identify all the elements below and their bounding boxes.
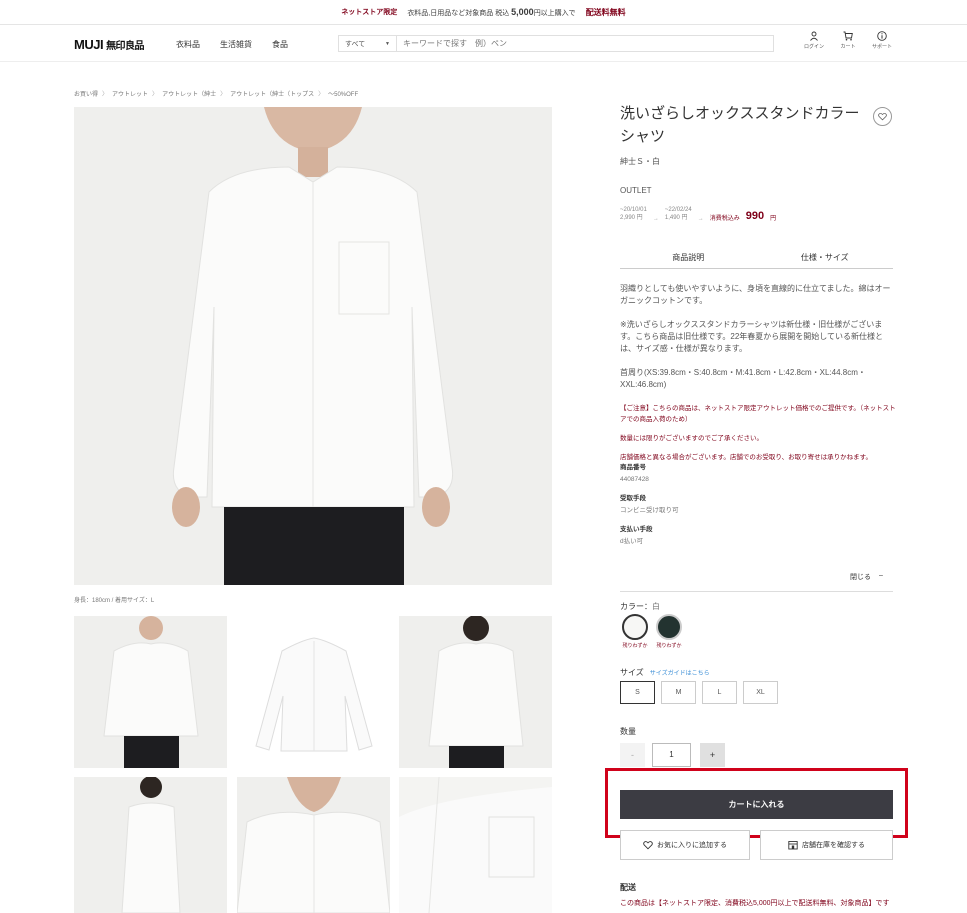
stock-note: 残りわずか: [622, 643, 648, 649]
product-tabs: 商品説明 仕様・サイズ: [620, 249, 893, 269]
product-variant: 紳士Ｓ・白: [620, 157, 660, 166]
price-step-1: ~20/10/01 2,990 円: [620, 207, 647, 221]
nav-food[interactable]: 食品: [272, 39, 288, 50]
user-icon: [810, 31, 818, 41]
outlet-label: OUTLET: [620, 186, 652, 195]
breadcrumb-item[interactable]: アウトレット（紳士: [162, 89, 216, 98]
login-button[interactable]: ログイン: [802, 31, 826, 50]
size-option-l[interactable]: L: [702, 681, 737, 704]
color-swatch-dark-green[interactable]: 残りわずか: [656, 614, 682, 649]
tab-spec-size[interactable]: 仕様・サイズ: [757, 249, 894, 268]
top-banner: ネットストア限定 衣料品,日用品など対象商品 税込 5,000円以上購入で 配送…: [0, 0, 967, 25]
arrow-icon: →: [652, 216, 659, 222]
search-input[interactable]: [397, 36, 773, 51]
banner-tag: ネットストア限定: [341, 9, 398, 16]
divider: [620, 591, 893, 592]
shirt-model-image: [74, 107, 552, 585]
model-front-thumbnail: [74, 616, 227, 768]
swatch-white: [622, 614, 648, 640]
header-icons: ログイン カート サポート: [802, 31, 894, 50]
collar-closeup-thumbnail: [237, 777, 390, 913]
size-option-xl[interactable]: XL: [743, 681, 778, 704]
search-category-select[interactable]: すべて ▼: [339, 36, 397, 51]
nav-household[interactable]: 生活雑貨: [220, 39, 252, 50]
model-side-thumbnail: [74, 777, 227, 913]
receive-method-label: 受取手段: [620, 495, 646, 502]
sale-price: 990: [745, 210, 765, 222]
payment-method: d払い可: [620, 538, 644, 545]
banner-message: 衣料品,日用品など対象商品 税込 5,000円以上購入で: [407, 6, 576, 17]
price-step-2: ~22/02/24 1,490 円: [664, 207, 692, 221]
nav-clothing[interactable]: 衣料品: [176, 39, 200, 50]
favorite-toggle[interactable]: [873, 107, 892, 126]
add-to-favorites-button[interactable]: お気に入りに追加する: [620, 830, 750, 860]
heart-icon: [643, 841, 653, 850]
product-number: 44087428: [620, 476, 649, 483]
thumbnail-1[interactable]: [74, 616, 227, 768]
banner-free-shipping[interactable]: 配送料無料: [586, 7, 626, 18]
global-nav: 衣料品 生活雑貨 食品: [176, 39, 288, 50]
size-option-m[interactable]: M: [661, 681, 696, 704]
product-title: 洗いざらしオックススタンドカラーシャツ: [620, 105, 860, 145]
cart-button[interactable]: カート: [836, 31, 860, 50]
neck-measurements: 首周り(XS:39.8cm・S:40.8cm・M:41.8cm・L:42.8cm…: [620, 368, 866, 389]
store-icon: [788, 841, 798, 850]
thumbnail-3[interactable]: [399, 616, 552, 768]
chevron-down-icon: ▼: [385, 40, 390, 47]
cart-icon: [843, 31, 853, 41]
muji-logo[interactable]: MUJI 無印良品: [74, 37, 145, 52]
store-price-warning: 店舗価格と異なる場合がございます。店舗でのお受取り、お取り寄せは承りかねます。: [620, 454, 872, 461]
thumbnail-4[interactable]: [74, 777, 227, 913]
description-text: 羽織りとしても使いやすいように、身頃を直線的に仕立てました。綿はオーガニックコッ…: [620, 284, 891, 305]
swatch-dark-green: [656, 614, 682, 640]
payment-method-label: 支払い手段: [620, 526, 653, 533]
tax-included-label: 消費税込み: [709, 216, 740, 222]
breadcrumb-item[interactable]: お買い得: [74, 89, 98, 98]
breadcrumb: お買い得〉 アウトレット〉 アウトレット（紳士〉 アウトレット（紳士（トップス〉…: [74, 89, 358, 98]
model-back-thumbnail: [399, 616, 552, 768]
fabric-closeup-thumbnail: [399, 777, 552, 913]
price-unit: 円: [770, 216, 777, 222]
arrow-icon: →: [697, 216, 704, 222]
size-guide-link[interactable]: サイズガイドはこちら: [650, 668, 710, 677]
thumbnail-5[interactable]: [237, 777, 390, 913]
delivery-info: この商品は【ネットストア限定、消費税込5,000円以上で配送料無料、対象商品】で…: [620, 900, 890, 907]
receive-method: コンビニ受け取り可: [620, 507, 679, 514]
stock-warning: 数量には限りがございますのでご了承ください。: [620, 435, 763, 442]
price-history: ~20/10/01 2,990 円 → ~22/02/24 1,490 円 → …: [620, 206, 776, 222]
support-button[interactable]: サポート: [870, 31, 894, 50]
stock-note: 残りわずか: [656, 643, 682, 649]
color-label: カラー：白: [620, 602, 660, 611]
breadcrumb-item[interactable]: ～50%OFF: [328, 89, 358, 98]
search-bar: すべて ▼: [338, 35, 774, 52]
color-swatch-white[interactable]: 残りわずか: [622, 614, 648, 649]
breadcrumb-item[interactable]: アウトレット: [112, 89, 148, 98]
size-option-s[interactable]: S: [620, 681, 655, 704]
close-description-button[interactable]: 閉じる –: [850, 572, 883, 582]
quantity-input[interactable]: 1: [652, 743, 691, 767]
size-label: サイズ サイズガイドはこちら: [620, 668, 710, 677]
delivery-label: 配送: [620, 883, 636, 892]
description-note: ※洗いざらしオックススタンドカラーシャツは新仕様・旧仕様がございます。こちら商品…: [620, 320, 884, 353]
breadcrumb-item[interactable]: アウトレット（紳士（トップス: [230, 89, 314, 98]
product-number-label: 商品番号: [620, 464, 646, 471]
info-icon: [877, 31, 887, 41]
model-info-caption: 身長：180cm / 着用サイズ：L: [74, 598, 155, 604]
tab-description[interactable]: 商品説明: [620, 249, 757, 268]
thumbnail-6[interactable]: [399, 777, 552, 913]
quantity-decrease-button[interactable]: -: [620, 743, 645, 767]
thumbnail-2[interactable]: [237, 616, 390, 768]
check-store-stock-button[interactable]: 店舗在庫を確認する: [760, 830, 893, 860]
quantity-increase-button[interactable]: +: [700, 743, 725, 767]
add-to-cart-button[interactable]: カートに入れる: [620, 790, 893, 819]
shirt-flat-thumbnail: [237, 616, 390, 768]
product-description: 羽織りとしても使いやすいように、身頃を直線的に仕立てました。綿はオーガニックコッ…: [620, 283, 896, 556]
heart-icon: [878, 113, 887, 121]
site-header: MUJI無印良品 衣料品 生活雑貨 食品 すべて ▼ ログイン カート サポート: [0, 25, 967, 62]
outlet-warning: 【ご注意】こちらの商品は、ネットストア限定アウトレット価格でのご提供です。（ネッ…: [620, 405, 896, 423]
main-product-image[interactable]: [74, 107, 552, 585]
quantity-label: 数量: [620, 727, 636, 736]
minus-icon: –: [879, 572, 883, 579]
